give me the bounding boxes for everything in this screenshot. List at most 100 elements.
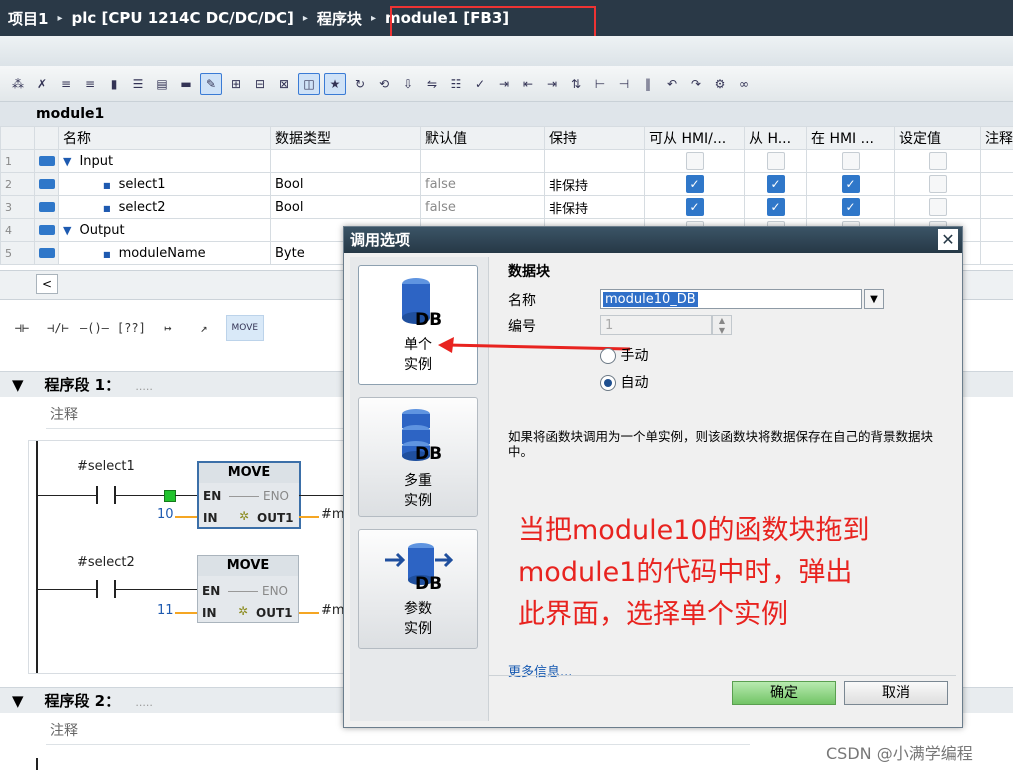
radio-manual[interactable]: 手动 bbox=[600, 345, 648, 365]
column-header-hmi-access[interactable]: 可从 HMI/... bbox=[644, 126, 745, 150]
hmi-write-checkbox[interactable]: ✓ bbox=[766, 198, 785, 216]
expand-icon[interactable]: ▼ bbox=[63, 155, 71, 168]
var-name-cell[interactable]: ▼ Output bbox=[58, 218, 271, 242]
collapse-icon[interactable]: ▬ bbox=[176, 74, 196, 94]
column-header-name[interactable]: 名称 bbox=[58, 126, 271, 150]
hmi-visible-checkbox[interactable] bbox=[841, 152, 860, 170]
indent-icon[interactable]: ⇤ bbox=[518, 74, 538, 94]
chevron-down-icon[interactable]: ▼ bbox=[864, 289, 884, 309]
setpoint-cell[interactable] bbox=[894, 172, 981, 196]
outdent-icon[interactable]: ⇥ bbox=[542, 74, 562, 94]
in-operand[interactable]: 10 bbox=[157, 507, 174, 522]
insert-row-icon[interactable]: ⁂ bbox=[8, 74, 28, 94]
hmi-visible-cell[interactable] bbox=[806, 149, 895, 173]
comment-cell[interactable] bbox=[980, 241, 1013, 265]
absolute-address-icon[interactable]: ▮ bbox=[104, 74, 124, 94]
hmi-visible-checkbox[interactable]: ✓ bbox=[841, 175, 860, 193]
list-icon[interactable]: ☷ bbox=[446, 74, 466, 94]
setpoint-checkbox[interactable] bbox=[928, 198, 947, 216]
setpoint-cell[interactable] bbox=[894, 149, 981, 173]
db-name-input[interactable]: module10_DB bbox=[600, 289, 862, 309]
default-value-cell[interactable]: false bbox=[420, 172, 545, 196]
column-header-comment[interactable]: 注释 bbox=[980, 126, 1013, 150]
split-view-icon[interactable]: ◫ bbox=[298, 72, 320, 95]
comment-icon[interactable]: ✎ bbox=[200, 72, 222, 95]
compare-icon[interactable]: ⇋ bbox=[422, 74, 442, 94]
scroll-left-button[interactable]: < bbox=[36, 274, 58, 294]
hmi-visible-cell[interactable]: ✓ bbox=[806, 172, 895, 196]
call-icon[interactable]: ⟲ bbox=[374, 74, 394, 94]
data-type-cell[interactable]: Bool bbox=[270, 172, 421, 196]
hmi-access-cell[interactable]: ✓ bbox=[644, 172, 745, 196]
var-name-cell[interactable]: ■ select2 bbox=[58, 195, 271, 219]
out-operand[interactable]: #m bbox=[321, 603, 345, 618]
close-icon[interactable]: ✕ bbox=[938, 229, 958, 250]
hmi-visible-cell[interactable]: ✓ bbox=[806, 195, 895, 219]
undo-icon[interactable]: ↶ bbox=[662, 74, 682, 94]
retain-cell[interactable]: 非保持 bbox=[544, 172, 645, 196]
table-row[interactable]: 1 ▼ Input bbox=[0, 149, 1013, 173]
column-header-setpoint[interactable]: 设定值 bbox=[894, 126, 981, 150]
goto-icon[interactable]: ↻ bbox=[350, 74, 370, 94]
insert-network-icon[interactable]: ≡ bbox=[56, 74, 76, 94]
collapse-icon[interactable]: ▼ bbox=[12, 692, 24, 710]
coil-icon[interactable]: –()– bbox=[80, 316, 109, 340]
nc-contact-icon[interactable]: ⊣/⊢ bbox=[44, 316, 72, 340]
tools-icon[interactable]: ⚙ bbox=[710, 74, 730, 94]
branch-open-icon[interactable]: ⊢ bbox=[590, 74, 610, 94]
redo-icon[interactable]: ↷ bbox=[686, 74, 706, 94]
step-icon[interactable]: ⇥ bbox=[494, 74, 514, 94]
column-header-type[interactable]: 数据类型 bbox=[270, 126, 421, 150]
contact-operand[interactable]: #select2 bbox=[77, 555, 135, 570]
move-instruction-box[interactable]: MOVE EN ENO IN ✲ OUT1 bbox=[197, 461, 301, 529]
hmi-write-cell[interactable] bbox=[744, 149, 807, 173]
db-number-input[interactable]: 1 bbox=[600, 315, 712, 335]
network-comment-icon[interactable]: ⊟ bbox=[250, 74, 270, 94]
comment-cell[interactable] bbox=[980, 172, 1013, 196]
comment-cell[interactable] bbox=[980, 195, 1013, 219]
setpoint-checkbox[interactable] bbox=[928, 152, 947, 170]
tag-info-icon[interactable]: ⊠ bbox=[274, 74, 294, 94]
open-branch-icon[interactable]: ↦ bbox=[154, 316, 182, 340]
breadcrumb-project[interactable]: 项目1 bbox=[8, 8, 48, 29]
default-value-cell[interactable] bbox=[420, 149, 545, 173]
monitor-icon[interactable]: ⊞ bbox=[226, 74, 246, 94]
hmi-write-cell[interactable]: ✓ bbox=[744, 195, 807, 219]
hmi-write-checkbox[interactable] bbox=[766, 152, 785, 170]
hmi-access-checkbox[interactable]: ✓ bbox=[685, 198, 704, 216]
number-spinner[interactable]: ▲ ▼ bbox=[712, 315, 732, 335]
sort-icon[interactable]: ⇅ bbox=[566, 74, 586, 94]
table-view-icon[interactable]: ▤ bbox=[152, 74, 172, 94]
branch-close-icon[interactable]: ⊣ bbox=[614, 74, 634, 94]
empty-box-icon[interactable]: [??] bbox=[117, 316, 146, 340]
retain-cell[interactable] bbox=[544, 149, 645, 173]
column-header-default[interactable]: 默认值 bbox=[420, 126, 545, 150]
column-header-hmi-visible[interactable]: 在 HMI ... bbox=[806, 126, 895, 150]
radio-auto-icon[interactable] bbox=[600, 375, 616, 391]
network-title-placeholder[interactable]: ..... bbox=[135, 696, 152, 709]
radio-manual-icon[interactable] bbox=[600, 348, 616, 364]
hmi-access-checkbox[interactable] bbox=[685, 152, 704, 170]
single-instance-option[interactable]: DB 单个 实例 bbox=[358, 265, 478, 385]
out-operand[interactable]: #m bbox=[321, 507, 345, 522]
ok-button[interactable]: 确定 bbox=[732, 681, 836, 705]
table-row[interactable]: 3 ■ select2 Bool false 非保持 ✓ ✓ ✓ bbox=[0, 195, 1013, 219]
parameter-instance-option[interactable]: DB 参数 实例 bbox=[358, 529, 478, 649]
radio-auto[interactable]: 自动 bbox=[600, 372, 648, 392]
default-value-cell[interactable]: false bbox=[420, 195, 545, 219]
var-name-cell[interactable]: ▼ Input bbox=[58, 149, 271, 173]
delete-network-icon[interactable]: ≡ bbox=[80, 74, 100, 94]
delete-row-icon[interactable]: ✗ bbox=[32, 74, 52, 94]
hmi-access-checkbox[interactable]: ✓ bbox=[685, 175, 704, 193]
compile-icon[interactable]: ✓ bbox=[470, 74, 490, 94]
breadcrumb-plc[interactable]: plc [CPU 1214C DC/DC/DC] bbox=[71, 9, 293, 27]
table-row[interactable]: 2 ■ select1 Bool false 非保持 ✓ ✓ ✓ bbox=[0, 172, 1013, 196]
cancel-button[interactable]: 取消 bbox=[844, 681, 948, 705]
var-name-cell[interactable]: ■ moduleName bbox=[58, 241, 271, 265]
retain-cell[interactable]: 非保持 bbox=[544, 195, 645, 219]
comment-cell[interactable] bbox=[980, 149, 1013, 173]
favorites-icon[interactable]: ★ bbox=[324, 72, 346, 95]
no-contact-icon[interactable]: ⊣⊢ bbox=[8, 316, 36, 340]
hmi-write-checkbox[interactable]: ✓ bbox=[766, 175, 785, 193]
column-header-hmi-write[interactable]: 从 H... bbox=[744, 126, 807, 150]
